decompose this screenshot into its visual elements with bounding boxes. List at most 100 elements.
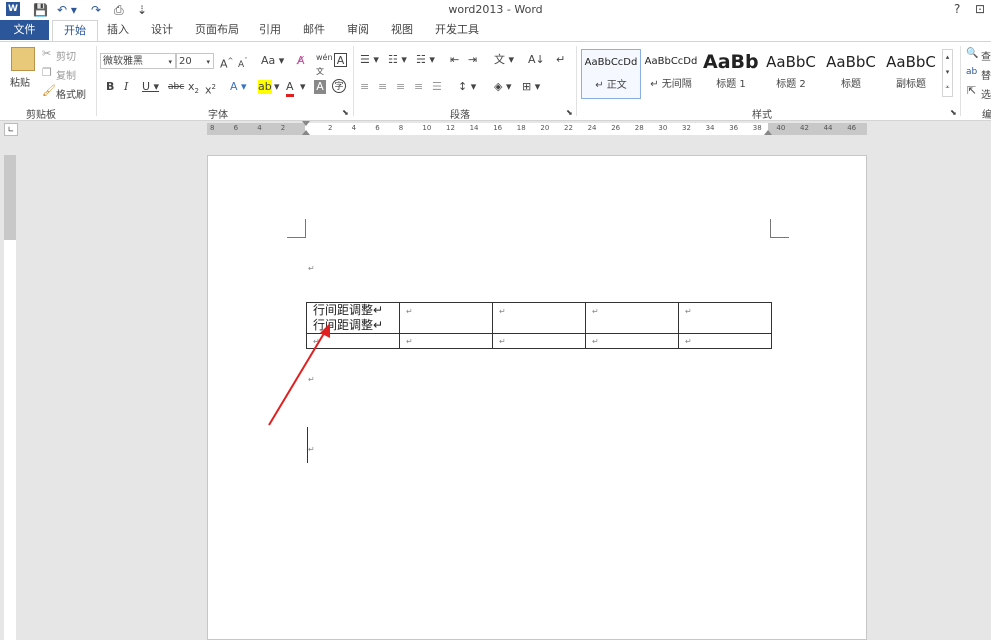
- character-border-icon[interactable]: A: [334, 53, 347, 67]
- tab-insert[interactable]: 插入: [101, 20, 135, 40]
- font-size-combo[interactable]: 20 ▾: [176, 53, 214, 69]
- tab-review[interactable]: 审阅: [341, 20, 375, 40]
- copy-icon: ❐: [42, 66, 52, 79]
- enclosed-character-icon[interactable]: 字: [332, 79, 346, 93]
- grow-font-icon[interactable]: A^: [220, 54, 233, 72]
- table-cell[interactable]: ↵: [492, 333, 586, 349]
- clear-formatting-icon[interactable]: A̸: [297, 54, 305, 68]
- right-indent-marker[interactable]: [764, 130, 772, 135]
- character-shading-icon[interactable]: A: [314, 80, 326, 94]
- tab-file[interactable]: 文件: [0, 20, 49, 40]
- ruler-tick-label: 6: [375, 124, 380, 132]
- cell-mark: ↵: [499, 337, 506, 346]
- tab-references[interactable]: 引用: [253, 20, 287, 40]
- align-right-icon[interactable]: ≡: [396, 80, 405, 94]
- justify-icon[interactable]: ≡: [414, 80, 423, 94]
- tab-home[interactable]: 开始: [52, 20, 98, 42]
- sort-icon[interactable]: A↓: [528, 53, 545, 67]
- select-icon[interactable]: ⇱: [967, 84, 976, 98]
- table-cell[interactable]: ↵: [492, 302, 586, 334]
- table-cell[interactable]: ↵: [585, 302, 679, 334]
- decrease-indent-icon[interactable]: ⇤: [450, 53, 459, 67]
- tab-view[interactable]: 视图: [385, 20, 419, 40]
- change-case-icon[interactable]: Aa ▾: [261, 54, 284, 68]
- font-name-combo[interactable]: 微软雅黑 ▾: [100, 53, 176, 69]
- tab-design[interactable]: 设计: [145, 20, 179, 40]
- distributed-icon[interactable]: ☰: [432, 80, 442, 94]
- style-subtitle[interactable]: AaBbC 副标题: [882, 49, 940, 97]
- hanging-indent-marker[interactable]: [302, 130, 310, 135]
- ruler-tick-label: 8: [210, 124, 215, 132]
- highlight-icon[interactable]: ab: [258, 80, 272, 94]
- chevron-up-icon[interactable]: ▴: [943, 50, 952, 65]
- tab-page-layout[interactable]: 页面布局: [190, 20, 244, 40]
- table-cell[interactable]: ↵: [399, 302, 493, 334]
- copy-button[interactable]: 复制: [56, 67, 76, 82]
- document-table[interactable]: 行间距调整↵ 行间距调整↵ ↵ ↵ ↵ ↵ ↵ ↵ ↵ ↵ ↵: [306, 302, 772, 349]
- paste-button[interactable]: 粘贴: [10, 74, 30, 89]
- table-cell[interactable]: ↵: [399, 333, 493, 349]
- dialog-launcher-icon[interactable]: ⬊: [566, 106, 573, 120]
- style-heading-1[interactable]: AaBb 标题 1: [703, 49, 759, 97]
- paste-icon[interactable]: [11, 47, 35, 71]
- text-effects-icon[interactable]: A ▾: [230, 80, 247, 94]
- numbering-icon[interactable]: ☷ ▾: [388, 53, 407, 67]
- bold-icon[interactable]: B: [106, 80, 114, 94]
- style-preview: AaBbCcDd: [584, 57, 638, 68]
- shrink-font-icon[interactable]: Aˇ: [238, 54, 248, 72]
- find-icon[interactable]: 🔍: [966, 47, 978, 61]
- underline-icon[interactable]: U ▾: [142, 80, 159, 94]
- crop-mark: [770, 219, 789, 238]
- style-normal[interactable]: AaBbCcDd ↵ 正文: [581, 49, 641, 99]
- format-painter-button[interactable]: 格式刷: [56, 86, 86, 101]
- superscript-icon[interactable]: x2: [205, 80, 216, 98]
- chevron-down-icon[interactable]: ▾: [274, 80, 280, 94]
- dialog-launcher-icon[interactable]: ⬊: [950, 106, 957, 120]
- styles-scroll[interactable]: ▴ ▾ ⩡: [942, 49, 953, 97]
- chevron-down-icon[interactable]: ▾: [300, 80, 306, 94]
- style-title[interactable]: AaBbC 标题: [822, 49, 880, 97]
- horizontal-ruler[interactable]: 8 6 4 2 2 4 6 8 10 12 14 16 18 20 22 24 26 28 30 32 34 36 38 40…: [207, 121, 867, 135]
- more-icon[interactable]: ⩡: [943, 80, 952, 95]
- dialog-launcher-icon[interactable]: ⬊: [342, 106, 349, 120]
- replace-button[interactable]: 替: [981, 67, 991, 82]
- vertical-ruler[interactable]: [4, 155, 16, 640]
- select-button[interactable]: 选: [981, 86, 991, 101]
- show-marks-icon[interactable]: ↵: [556, 53, 565, 67]
- ruler-tick-label: 10: [422, 124, 432, 132]
- style-no-spacing[interactable]: AaBbCcDd ↵ 无间隔: [642, 49, 700, 97]
- align-left-icon[interactable]: ≡: [360, 80, 369, 94]
- shading-icon[interactable]: ◈ ▾: [494, 80, 511, 94]
- replace-icon[interactable]: ab: [966, 65, 977, 79]
- table-cell[interactable]: ↵: [678, 302, 772, 334]
- align-center-icon[interactable]: ≡: [378, 80, 387, 94]
- multilevel-list-icon[interactable]: ☵ ▾: [416, 53, 435, 67]
- tab-mailings[interactable]: 邮件: [297, 20, 331, 40]
- tab-developer[interactable]: 开发工具: [430, 20, 484, 40]
- style-heading-2[interactable]: AaBbC 标题 2: [762, 49, 820, 97]
- find-button[interactable]: 查: [981, 48, 991, 63]
- increase-indent-icon[interactable]: ⇥: [468, 53, 477, 67]
- asian-layout-icon[interactable]: 文 ▾: [494, 53, 514, 67]
- table-cell[interactable]: ↵: [585, 333, 679, 349]
- line-spacing-icon[interactable]: ↕ ▾: [458, 80, 476, 94]
- bullets-icon[interactable]: ☰ ▾: [360, 53, 379, 67]
- chevron-down-icon[interactable]: ▾: [943, 65, 952, 80]
- first-line-indent-marker[interactable]: [302, 121, 310, 126]
- style-name: 标题: [841, 79, 861, 90]
- ruler-tick-label: 30: [658, 124, 668, 132]
- table-cell[interactable]: ↵: [678, 333, 772, 349]
- subscript-icon[interactable]: x2: [188, 80, 199, 98]
- borders-icon[interactable]: ⊞ ▾: [522, 80, 540, 94]
- cut-button[interactable]: 剪切: [56, 48, 76, 63]
- ruler-tick-label: 36: [729, 124, 739, 132]
- italic-icon[interactable]: I: [124, 80, 128, 94]
- tab-selector[interactable]: ∟: [4, 123, 18, 136]
- font-size-value: 20: [179, 56, 192, 67]
- help-button[interactable]: ?: [954, 2, 960, 16]
- phonetic-guide-icon[interactable]: wén 文: [316, 51, 333, 79]
- restore-button[interactable]: ⊡: [975, 2, 985, 16]
- cell-mark: ↵: [592, 337, 599, 346]
- strikethrough-icon[interactable]: abc: [168, 80, 184, 94]
- font-color-icon[interactable]: A: [286, 80, 294, 97]
